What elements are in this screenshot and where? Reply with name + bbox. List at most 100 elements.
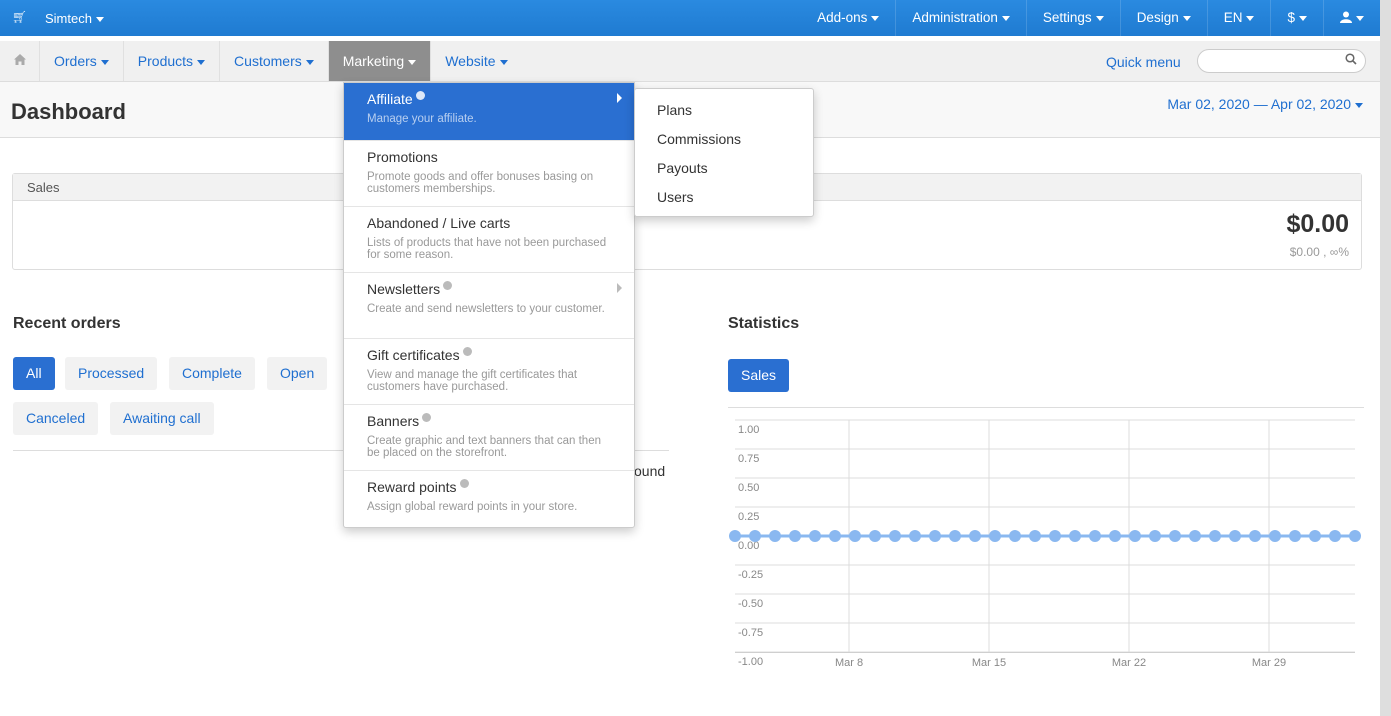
menu-item-desc: View and manage the gift certificates th… (367, 369, 578, 393)
nav-item-customers[interactable]: Customers (220, 41, 329, 81)
chart-point (1149, 530, 1161, 542)
store-name: Simtech (45, 11, 92, 26)
submenu-item-users[interactable]: Users (635, 183, 813, 212)
filter-all[interactable]: All (13, 357, 55, 390)
chart-point (989, 530, 1001, 542)
menu-item-banners[interactable]: Banners Create graphic and text banners … (344, 405, 634, 471)
chart-y-tick-label: 1.00 (738, 424, 759, 436)
menu-item-title: Abandoned / Live carts (367, 215, 511, 231)
date-range-label: Mar 02, 2020 — Apr 02, 2020 (1167, 96, 1351, 112)
chart-point (769, 530, 781, 542)
addon-badge-icon (415, 91, 425, 100)
chevron-down-icon (197, 59, 206, 65)
chevron-down-icon (305, 59, 314, 65)
chart-point (1349, 530, 1361, 542)
chart-point (909, 530, 921, 542)
chart-point (1169, 530, 1181, 542)
addon-badge-icon (422, 413, 432, 422)
search-icon[interactable] (1345, 52, 1357, 68)
chart-y-tick-label: 0.50 (738, 482, 759, 494)
filter-awaiting-call[interactable]: Awaiting call (110, 402, 214, 435)
top-item-addons[interactable]: Add-ons (801, 0, 895, 36)
filter-processed[interactable]: Processed (65, 357, 158, 390)
top-item-label: Administration (912, 10, 998, 25)
menu-item-desc: Manage your affiliate. (367, 113, 477, 125)
chart-point (1049, 530, 1061, 542)
chart-point (1189, 530, 1201, 542)
no-orders-text: ound (634, 463, 666, 479)
menu-item-affiliate[interactable]: Affiliate Manage your affiliate. (344, 83, 634, 141)
menu-item-newsletters[interactable]: Newsletters Create and send newsletters … (344, 273, 634, 339)
chart-y-tick-label: -0.25 (738, 569, 763, 581)
submenu-item-payouts[interactable]: Payouts (635, 154, 813, 183)
nav-label: Customers (234, 53, 302, 69)
chart-point (1009, 530, 1021, 542)
store-switcher[interactable]: Simtech (45, 11, 104, 26)
filter-open[interactable]: Open (267, 357, 328, 390)
nav-item-orders[interactable]: Orders (40, 41, 124, 81)
chevron-right-icon (617, 93, 622, 103)
top-bar: 🛒︎ Simtech Add-ons Administration Settin… (0, 0, 1380, 36)
filter-canceled[interactable]: Canceled (13, 402, 99, 435)
addon-badge-icon (462, 347, 472, 356)
top-item-label: Design (1136, 10, 1179, 25)
top-item-settings[interactable]: Settings (1025, 0, 1120, 36)
recent-orders-title: Recent orders (13, 315, 121, 332)
menu-item-desc: Create and send newsletters to your cust… (367, 303, 605, 315)
nav-item-products[interactable]: Products (124, 41, 221, 81)
nav-item-marketing[interactable]: Marketing (328, 41, 432, 81)
menu-item-desc: Lists of products that have not been pur… (367, 237, 607, 261)
affiliate-submenu: Plans Commissions Payouts Users (634, 88, 814, 217)
chart-x-tick-label: Mar 8 (835, 657, 863, 669)
chart-x-tick-label: Mar 22 (1112, 657, 1146, 669)
chevron-down-icon (1356, 15, 1364, 21)
chevron-down-icon (1299, 15, 1307, 21)
chart-x-tick-label: Mar 15 (972, 657, 1006, 669)
filter-complete[interactable]: Complete (169, 357, 255, 390)
submenu-item-plans[interactable]: Plans (635, 96, 813, 125)
submenu-item-commissions[interactable]: Commissions (635, 125, 813, 154)
top-item-user[interactable] (1323, 0, 1380, 36)
top-item-label: $ (1287, 10, 1295, 25)
chart-x-tick-label: Mar 29 (1252, 657, 1286, 669)
chart-y-tick-label: -1.00 (738, 656, 763, 668)
chart-point (1089, 530, 1101, 542)
menu-item-reward-points[interactable]: Reward points Assign global reward point… (344, 471, 634, 527)
chevron-down-icon (499, 59, 508, 65)
chevron-down-icon (1355, 102, 1363, 108)
chart-point (969, 530, 981, 542)
menu-item-gift-certificates[interactable]: Gift certificates View and manage the gi… (344, 339, 634, 405)
scrollbar[interactable] (1380, 0, 1391, 716)
cart-icon[interactable]: 🛒︎ (12, 10, 27, 24)
chart-y-tick-label: -0.75 (738, 627, 763, 639)
chart-point (869, 530, 881, 542)
nav-label: Orders (54, 53, 97, 69)
date-range-picker[interactable]: Mar 02, 2020 — Apr 02, 2020 (1167, 96, 1363, 112)
statistics-tab-sales[interactable]: Sales (728, 359, 790, 392)
top-item-currency[interactable]: $ (1270, 0, 1323, 36)
quick-menu-link[interactable]: Quick menu (1106, 54, 1181, 70)
menu-item-desc: Assign global reward points in your stor… (367, 501, 578, 513)
chevron-right-icon (617, 283, 622, 293)
sales-sub: $0.00 , ∞% (1289, 245, 1349, 259)
chart-point (1129, 530, 1141, 542)
top-item-language[interactable]: EN (1206, 0, 1271, 36)
chart-point (949, 530, 961, 542)
chart-point (1069, 530, 1081, 542)
menu-item-abandoned-carts[interactable]: Abandoned / Live carts Lists of products… (344, 207, 634, 273)
chart-point (889, 530, 901, 542)
menu-item-title: Affiliate (367, 91, 413, 107)
top-item-administration[interactable]: Administration (895, 0, 1026, 36)
chevron-down-icon (95, 17, 104, 23)
addon-badge-icon (459, 479, 469, 488)
statistics-chart: 1.000.750.500.250.00-0.25-0.50-0.75-1.00… (729, 419, 1361, 669)
menu-item-promotions[interactable]: Promotions Promote goods and offer bonus… (344, 141, 634, 207)
statistics-title: Statistics (728, 315, 800, 332)
home-icon[interactable] (0, 41, 40, 81)
top-item-design[interactable]: Design (1119, 0, 1207, 36)
nav-label: Website (445, 53, 496, 69)
user-icon (1340, 11, 1352, 23)
chart-point (1289, 530, 1301, 542)
search-input[interactable] (1208, 50, 1343, 72)
nav-item-website[interactable]: Website (431, 41, 521, 81)
